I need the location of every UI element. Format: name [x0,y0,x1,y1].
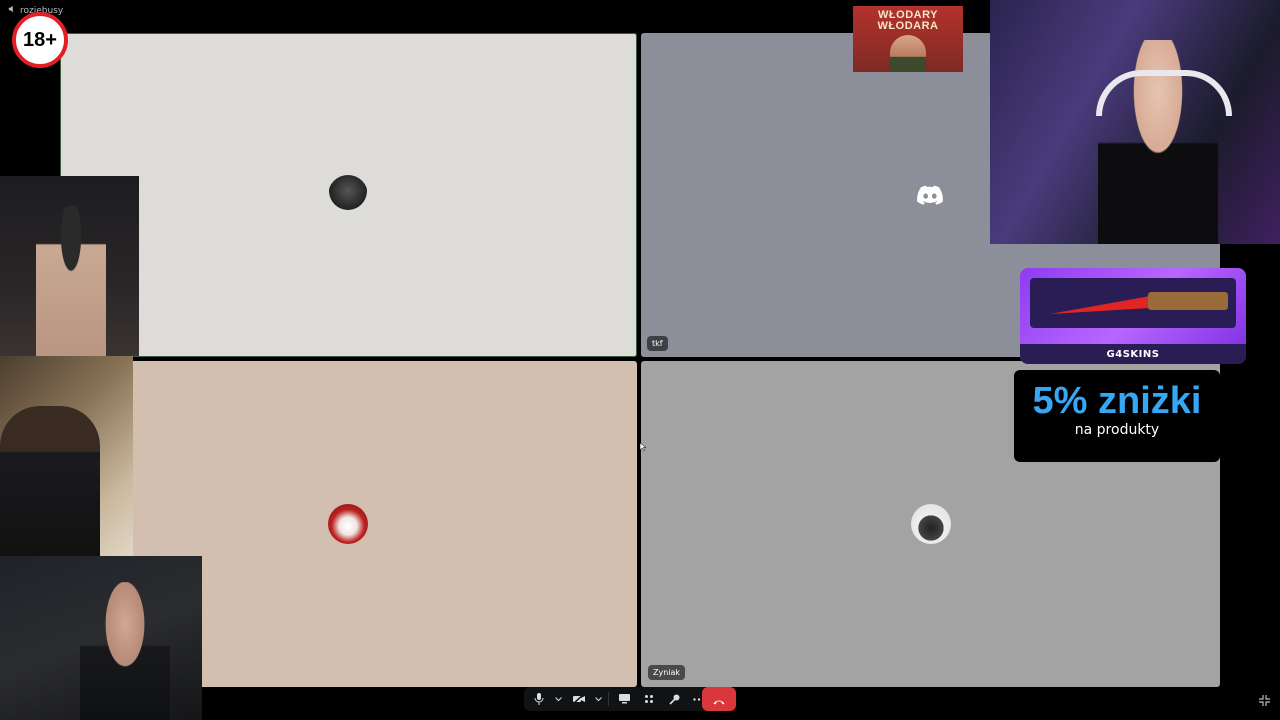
soundboard-icon[interactable] [664,689,684,709]
exit-fullscreen-icon[interactable] [1256,692,1272,708]
webcam-overlay-1 [0,176,139,356]
discord-logo-icon [917,184,943,206]
streamer-webcam [990,0,1280,244]
activities-icon[interactable] [639,689,659,709]
hangup-icon [713,690,725,709]
controls-divider [608,692,610,706]
speaker-icon [8,5,16,16]
discount-text: 5% zniżki [1032,380,1202,422]
user-avatar-4 [911,504,951,544]
call-controls [524,687,714,711]
participant-name-tag: Zyniak [648,665,686,680]
discount-banner: 5% zniżki na produkty [1014,370,1220,462]
screen-share-icon[interactable] [614,689,634,709]
participant-tile-1[interactable] [60,33,637,357]
participant-name-tag: tkf [647,336,668,351]
user-avatar-3 [328,504,368,544]
webcam-overlay-3 [0,556,202,720]
mouse-cursor-icon [639,436,647,452]
chevron-down-icon[interactable] [594,689,604,709]
webcam-overlay-2 [0,356,133,556]
poster-title: WŁODARY WŁODARA [877,9,939,32]
user-avatar-1 [328,175,368,215]
discount-subtext: na produkty [1074,422,1160,438]
promo-brand: G4SKINS [1020,344,1246,364]
camera-off-icon[interactable] [569,689,589,709]
age-rating-badge: 18+ [12,12,68,68]
mic-icon[interactable] [529,689,549,709]
hangup-button[interactable] [702,687,736,711]
wlodary-poster: WŁODARY WŁODARA [853,6,963,72]
poster-figure [890,35,926,71]
chevron-down-icon[interactable] [554,689,564,709]
g4skins-promo: G4SKINS [1006,258,1256,366]
promo-knife-panel [1030,278,1236,328]
